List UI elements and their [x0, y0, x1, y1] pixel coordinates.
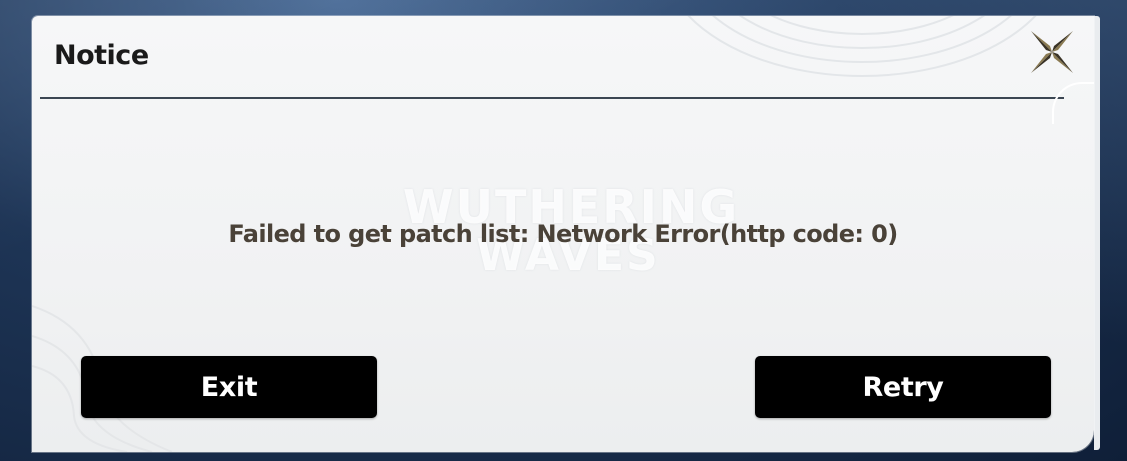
dialog-title: Notice [54, 40, 149, 71]
notice-dialog: Notice WUTHERING WAVES Failed to get pat… [32, 16, 1094, 452]
exit-button-label: Exit [200, 371, 258, 403]
exit-button[interactable]: Exit [81, 356, 377, 418]
retry-button-label: Retry [862, 371, 944, 403]
header-corner-ornament [1052, 82, 1094, 124]
dialog-header: Notice [32, 16, 1094, 124]
header-divider [40, 97, 1064, 99]
error-message: Failed to get patch list: Network Error(… [228, 220, 898, 248]
close-button[interactable] [1026, 26, 1078, 78]
dialog-side-rail [1094, 16, 1100, 450]
retry-button[interactable]: Retry [755, 356, 1051, 418]
close-x-star-icon [1031, 31, 1073, 73]
